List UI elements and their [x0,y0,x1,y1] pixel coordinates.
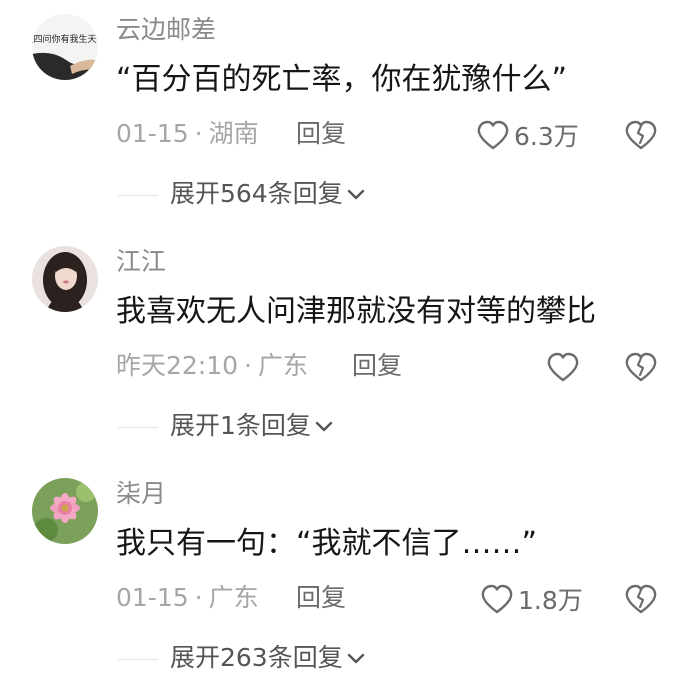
comment-date: 昨天22:10 [116,351,239,380]
divider [118,195,158,196]
comment-meta: 01-15 · 湖南 [116,116,259,152]
comment-item: 柒月 我只有一句：“我就不信了……” 01-15 · 广东 回复 1.8万 展开26… [0,464,690,694]
avatar-image: 人生四问你有我生天有由 [32,14,98,80]
broken-heart-icon [625,120,657,150]
avatar[interactable]: 人生四问你有我生天有由 [32,14,98,80]
reply-button[interactable]: 回复 [296,116,346,152]
comment-meta: 01-15 · 广东 [116,580,259,616]
dislike-button[interactable] [624,350,658,384]
divider [118,659,158,660]
avatar[interactable] [32,478,98,544]
comment-location: 广东 [208,583,259,612]
dislike-button[interactable] [624,118,658,152]
meta-separator: · [194,583,203,612]
divider [118,427,158,428]
expand-replies-button[interactable]: 展开263条回复 [170,640,365,676]
chevron-down-icon [347,189,364,200]
reply-button[interactable]: 回复 [296,580,346,616]
expand-replies-label: 展开564条回复 [170,179,343,208]
dislike-button[interactable] [624,582,658,616]
avatar-image [32,478,98,544]
avatar[interactable] [32,246,98,312]
chevron-down-icon [315,421,333,432]
comment-item: 江江 我喜欢无人问津那就没有对等的攀比 昨天22:10 · 广东 回复 展开1条回复 [0,232,690,462]
broken-heart-icon [625,584,657,614]
comment-meta: 昨天22:10 · 广东 [116,348,308,384]
comment-location: 湖南 [208,119,259,148]
avatar-text: 人生四问你有我生天有由 [32,33,98,45]
expand-replies-button[interactable]: 展开1条回复 [170,408,333,444]
expand-replies-label: 展开1条回复 [170,411,311,440]
comment-location: 广东 [258,351,309,380]
username[interactable]: 柒月 [116,477,166,511]
comment-item: 人生四问你有我生天有由 云边邮差 “百分百的死亡率，你在犹豫什么” 01-15·… [0,0,690,230]
username[interactable]: 江江 [116,245,166,279]
meta-separator: · [244,351,252,380]
like-count: 1.8万 [518,586,583,615]
reply-button[interactable]: 回复 [352,348,402,384]
comment-date: 01-15 [116,119,189,148]
heart-outline-icon [547,352,579,382]
comment-text: 我喜欢无人问津那就没有对等的攀比 [116,294,596,329]
like-button[interactable] [546,350,584,384]
comment-text: “百分百的死亡率，你在犹豫什么” [116,62,568,97]
chevron-down-icon [347,653,364,664]
heart-outline-icon [477,120,509,150]
like-button[interactable]: 6.3万 [476,118,579,152]
comment-text: 我只有一句：“我就不信了……” [116,526,538,561]
expand-replies-button[interactable]: 展开564条回复 [170,176,365,212]
broken-heart-icon [625,352,657,382]
expand-replies-label: 展开263条回复 [170,643,343,672]
avatar-image [32,246,98,312]
like-button[interactable]: 1.8万 [480,582,583,616]
comment-date: 01-15 [116,583,189,612]
heart-outline-icon [481,584,513,614]
username[interactable]: 云边邮差 [116,13,216,47]
like-count: 6.3万 [514,122,579,151]
meta-separator: · [194,119,203,148]
